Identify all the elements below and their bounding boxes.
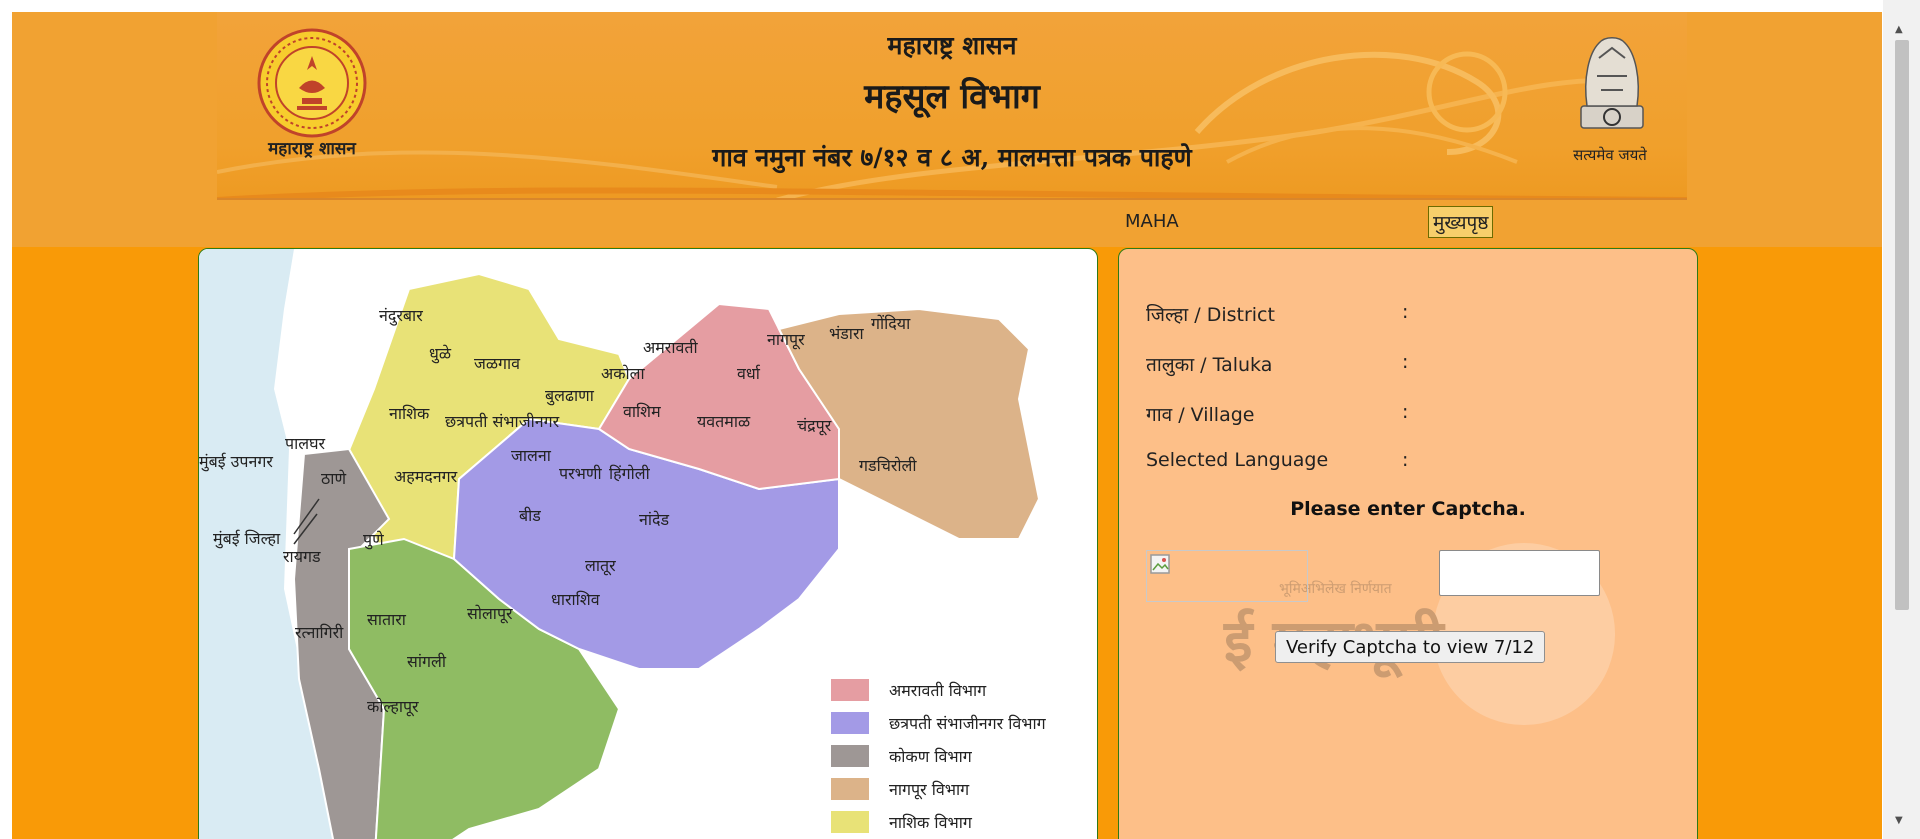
district-label: गोंदिया: [871, 314, 911, 333]
legend-swatch-aurangabad: [831, 712, 869, 734]
land-record-form-panel: भूमिअभिलेख निर्णयात ई महाभूमी जिल्हा / D…: [1118, 248, 1698, 839]
village-colon: :: [1402, 401, 1409, 423]
taluka-label: तालुका / Taluka: [1146, 354, 1273, 376]
district-label: गडचिरोली: [859, 456, 917, 475]
department-title: महसूल विभाग: [864, 77, 1040, 117]
legend-item-nashik: नाशिक विभाग: [831, 811, 1097, 835]
legend-label-konkan: कोकण विभाग: [889, 747, 972, 766]
district-label: सातारा: [367, 610, 407, 629]
legend-swatch-konkan: [831, 745, 869, 767]
district-label: बुलढाणा: [545, 386, 595, 406]
district-label: अकोला: [601, 364, 646, 383]
legend-item-aurangabad: छत्रपती संभाजीनगर विभाग: [831, 712, 1097, 736]
legend-label-aurangabad: छत्रपती संभाजीनगर विभाग: [889, 714, 1046, 733]
taluka-colon: :: [1402, 351, 1409, 373]
banner-divider: [217, 198, 1687, 200]
district-label: परभणी: [559, 464, 602, 483]
scrollbar-thumb[interactable]: [1895, 40, 1909, 610]
district-label: धाराशिव: [551, 590, 601, 609]
district-label: भंडारा: [829, 324, 864, 343]
district-label: कोल्हापूर: [367, 697, 419, 717]
district-label: पालघर: [285, 434, 326, 453]
district-label: अहमदनगर: [394, 467, 458, 486]
header-banner: महाराष्ट्र शासन महाराष्ट्र शासन महसूल वि…: [217, 12, 1687, 200]
district-label: जळगाव: [474, 354, 521, 373]
maharashtra-map-panel: नंदुरबार धुळे जळगाव नाशिक पालघर मुंबई उपनगर ठा…: [198, 248, 1098, 839]
district-label: अमरावती: [643, 338, 698, 357]
broken-image-icon: [1150, 554, 1170, 574]
legend-label-nagpur: नागपूर विभाग: [889, 780, 970, 799]
scroll-down-arrow-icon[interactable]: ▼: [1895, 815, 1903, 826]
legend-label-amravati: अमरावती विभाग: [889, 681, 987, 700]
district-label: मुंबई उपनगर: [199, 452, 273, 472]
district-label: चंद्रपूर: [797, 416, 832, 436]
district-label: मुंबई जिल्हा: [213, 529, 281, 549]
government-title: महाराष्ट्र शासन: [887, 31, 1017, 60]
verify-captcha-button[interactable]: Verify Captcha to view 7/12: [1275, 631, 1546, 663]
legend-label-nashik: नाशिक विभाग: [889, 813, 972, 832]
district-label: नागपूर: [767, 330, 805, 350]
district-label: वर्धा: [737, 364, 761, 383]
right-emblem-label: सत्यमेव जयते: [1573, 146, 1647, 164]
captcha-prompt: Please enter Captcha.: [1290, 498, 1526, 520]
district-label: नाशिक: [389, 404, 430, 423]
language-colon: :: [1402, 449, 1409, 471]
village-label: गाव / Village: [1146, 404, 1255, 426]
district-label: नांदेड: [639, 510, 670, 529]
district-label: लातूर: [585, 556, 616, 576]
district-label: हिंगोली: [609, 464, 651, 483]
legend-item-nagpur: नागपूर विभाग: [831, 778, 1097, 802]
district-label: रत्नागिरी: [295, 623, 344, 642]
ashoka-emblem-icon: [1580, 37, 1644, 129]
district-label: पुणे: [363, 530, 384, 550]
language-label: Selected Language: [1146, 449, 1329, 471]
page-scrollbar[interactable]: ▲ ▼: [1883, 0, 1920, 839]
legend-item-konkan: कोकण विभाग: [831, 745, 1097, 769]
district-colon: :: [1402, 301, 1409, 323]
legend-swatch-nagpur: [831, 778, 869, 800]
district-label: नंदुरबार: [379, 306, 423, 326]
district-label: ठाणे: [321, 469, 346, 488]
scroll-up-arrow-icon[interactable]: ▲: [1895, 24, 1903, 35]
legend-swatch-amravati: [831, 679, 869, 701]
district-label: रायगड: [283, 547, 321, 566]
maha-link[interactable]: MAHA: [1125, 211, 1179, 232]
site-header: महाराष्ट्र शासन महाराष्ट्र शासन महसूल वि…: [12, 12, 1882, 247]
district-label: वाशिम: [623, 402, 661, 421]
home-link[interactable]: मुख्यपृष्ठ: [1428, 206, 1494, 238]
district-label: जालना: [511, 446, 552, 465]
district-label: सांगली: [407, 652, 447, 671]
district-label: जिल्हा / District: [1146, 304, 1275, 326]
district-label: छत्रपती संभाजीनगर: [445, 412, 560, 431]
district-label: यवतमाळ: [697, 412, 751, 431]
legend-swatch-nashik: [831, 811, 869, 833]
captcha-image: [1146, 550, 1308, 602]
district-label: धुळे: [429, 344, 452, 364]
legend-item-amravati: अमरावती विभाग: [831, 679, 1097, 703]
page-background: महाराष्ट्र शासन महाराष्ट्र शासन महसूल वि…: [12, 12, 1882, 839]
page-subtitle: गाव नमुना नंबर ७/१२ व ८ अ, मालमत्ता पत्र…: [712, 143, 1192, 172]
district-label: बीड: [519, 506, 541, 525]
district-label: सोलापूर: [467, 604, 513, 624]
captcha-input[interactable]: [1439, 550, 1600, 596]
